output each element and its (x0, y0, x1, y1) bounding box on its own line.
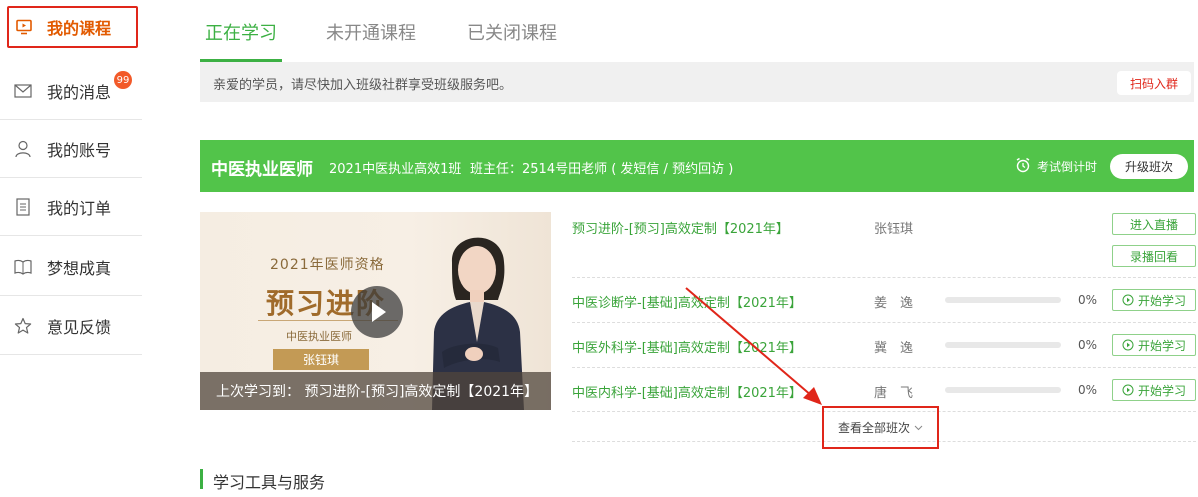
course-name-link[interactable]: 中医外科学-[基础]高效定制【2021年】 (572, 337, 802, 356)
replay-button[interactable]: 录播回看 (1112, 245, 1196, 267)
notice-text: 亲爱的学员，请尽快加入班级社群享受班级服务吧。 (213, 78, 513, 93)
play-circle-icon (1122, 339, 1134, 351)
unread-count-badge: 99 (114, 71, 132, 89)
upgrade-class-button[interactable]: 升级班次 (1110, 154, 1188, 179)
progress-bar (945, 297, 1061, 303)
last-studied-text[interactable]: 上次学习到： 预习进阶-[预习]高效定制【2021年】 (200, 372, 551, 410)
button-label: 开始学习 (1137, 293, 1186, 308)
row-divider (572, 367, 1196, 368)
start-learning-button[interactable]: 开始学习 (1112, 334, 1196, 356)
star-icon (14, 317, 32, 335)
sidebar-item-dreams[interactable]: 梦想成真 (0, 238, 142, 296)
order-document-icon (14, 197, 32, 216)
row-divider (572, 322, 1196, 323)
sidebar-item-label: 我的订单 (47, 198, 112, 218)
group-notice-bar: 亲爱的学员，请尽快加入班级社群享受班级服务吧。 扫码入群 (200, 62, 1194, 102)
progress-bar (945, 342, 1061, 348)
countdown-label: 考试倒计时 (1037, 160, 1098, 174)
button-label: 开始学习 (1137, 338, 1186, 353)
alarm-clock-icon (1015, 157, 1031, 176)
course-name-link[interactable]: 预习进阶-[预习]高效定制【2021年】 (572, 218, 789, 237)
sidebar-item-my-courses[interactable]: 我的课程 (7, 6, 138, 48)
course-name-link[interactable]: 中医诊断学-[基础]高效定制【2021年】 (572, 292, 802, 311)
mail-icon (14, 82, 32, 100)
course-teacher: 张钰琪 (874, 222, 914, 237)
video-teacher-name: 张钰琪 (273, 349, 369, 370)
book-icon (14, 258, 32, 276)
row-divider (572, 277, 1196, 278)
enter-live-button[interactable]: 进入直播 (1112, 213, 1196, 235)
progress-percent: 0% (1078, 338, 1098, 352)
play-circle-icon (1122, 294, 1134, 306)
sidebar: 我的课程 我的消息 99 我的账号 我的订单 梦想成真 意见反馈 (0, 0, 142, 497)
chevron-down-icon (914, 425, 923, 430)
class-header: 中医执业医师 2021中医执业高效1班 班主任：2514号田老师 ( 发短信 /… (200, 140, 1194, 192)
sidebar-item-feedback[interactable]: 意见反馈 (0, 297, 142, 355)
tab-studying[interactable]: 正在学习 (205, 19, 277, 45)
progress-percent: 0% (1078, 383, 1098, 397)
course-teacher: 冀 逸 (874, 341, 914, 356)
course-name-link[interactable]: 中医内科学-[基础]高效定制【2021年】 (572, 382, 802, 401)
sidebar-item-label: 我的课程 (47, 19, 112, 38)
sidebar-item-messages[interactable]: 我的消息 99 (0, 62, 142, 120)
tab-not-activated[interactable]: 未开通课程 (326, 19, 416, 45)
start-learning-button[interactable]: 开始学习 (1112, 379, 1196, 401)
user-icon (14, 140, 32, 158)
sidebar-item-label: 我的账号 (47, 140, 112, 160)
start-learning-button[interactable]: 开始学习 (1112, 289, 1196, 311)
head-teacher-info[interactable]: 班主任：2514号田老师 ( 发短信 / 预约回访 ) (470, 158, 733, 177)
sidebar-item-account[interactable]: 我的账号 (0, 120, 142, 178)
play-button[interactable] (351, 286, 403, 338)
video-course-icon (15, 18, 33, 36)
sidebar-item-orders[interactable]: 我的订单 (0, 178, 142, 236)
view-all-classes-button[interactable]: 查看全部班次 (822, 406, 939, 449)
exam-countdown[interactable]: 考试倒计时 (1015, 157, 1097, 176)
scan-join-group-button[interactable]: 扫码入群 (1117, 71, 1191, 95)
video-year-text: 2021年医师资格 (270, 257, 385, 273)
video-subtitle: 中医执业医师 (286, 330, 352, 343)
button-label: 开始学习 (1137, 383, 1186, 398)
sidebar-item-label: 我的消息 (47, 82, 112, 102)
course-teacher: 唐 飞 (874, 386, 914, 401)
exam-category-title: 中医执业医师 (211, 160, 313, 180)
tab-closed[interactable]: 已关闭课程 (467, 19, 557, 45)
progress-percent: 0% (1078, 293, 1098, 307)
sidebar-item-label: 意见反馈 (47, 317, 112, 337)
section-title-tools: 学习工具与服务 (200, 469, 325, 492)
progress-bar (945, 387, 1061, 393)
course-teacher: 姜 逸 (874, 296, 914, 311)
class-name: 2021中医执业高效1班 (329, 162, 462, 177)
view-all-label: 查看全部班次 (837, 421, 910, 435)
course-video-thumbnail[interactable]: 2021年医师资格 预习进阶 中医执业医师 张钰琪 上次学习到： 预习进阶-[预… (200, 212, 551, 410)
sidebar-item-label: 梦想成真 (47, 258, 112, 278)
play-circle-icon (1122, 384, 1134, 396)
